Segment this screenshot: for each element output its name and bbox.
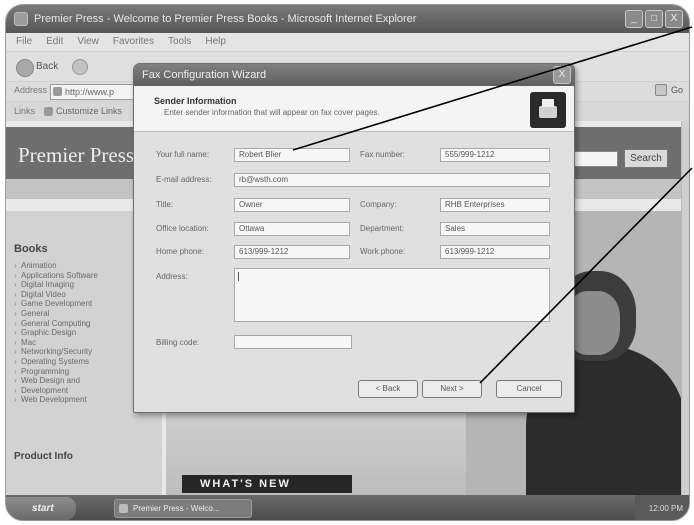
home-phone-label: Home phone:	[156, 247, 205, 256]
office-location-field[interactable]: Ottawa	[234, 222, 350, 236]
back-button[interactable]: < Back	[358, 380, 418, 398]
sidebar-item[interactable]: General	[14, 309, 124, 319]
page-scrollbar[interactable]	[681, 121, 689, 495]
internet-explorer-icon	[14, 12, 28, 26]
full-name-label: Your full name:	[156, 150, 210, 159]
fax-number-field[interactable]: 555/999-1212	[440, 148, 550, 162]
next-button[interactable]: Next >	[422, 380, 482, 398]
sidebar-item[interactable]: Digital Video	[14, 290, 124, 300]
fax-number-label: Fax number:	[360, 150, 405, 159]
back-nav-button[interactable]: Back	[16, 58, 58, 77]
sidebar-item[interactable]: Web Design and	[14, 376, 124, 386]
go-label: Go	[670, 85, 683, 95]
sidebar-product-info[interactable]: Product Info	[14, 451, 73, 462]
work-phone-label: Work phone:	[360, 247, 406, 256]
home-phone-field[interactable]: 613/999-1212	[234, 245, 350, 259]
close-window-button[interactable]: X	[665, 10, 683, 28]
menu-favorites[interactable]: Favorites	[113, 33, 154, 51]
sidebar-item[interactable]: Operating Systems	[14, 357, 124, 367]
address-field-label: Address:	[156, 272, 188, 281]
billing-code-field[interactable]	[234, 335, 352, 349]
screenshot: Premier Press - Welcome to Premier Press…	[0, 0, 694, 525]
sender-information-subheading: Enter sender information that will appea…	[164, 108, 380, 117]
menu-file[interactable]: File	[16, 33, 32, 51]
dialog-title-bar: Fax Configuration Wizard	[134, 64, 574, 86]
menu-view[interactable]: View	[77, 33, 99, 51]
sidebar-item[interactable]: Networking/Security	[14, 347, 124, 357]
go-control[interactable]: Go	[654, 84, 683, 96]
window-controls: _ □ X	[625, 10, 683, 28]
sidebar-category-list: Animation Applications Software Digital …	[14, 261, 124, 405]
full-name-field[interactable]: Robert Blier	[234, 148, 350, 162]
billing-code-label: Billing code:	[156, 338, 200, 347]
menu-edit[interactable]: Edit	[46, 33, 63, 51]
office-location-label: Office location:	[156, 224, 209, 233]
site-title: Premier Press	[18, 143, 135, 167]
go-arrow-icon	[654, 84, 667, 96]
sidebar-item[interactable]: Graphic Design	[14, 328, 124, 338]
sidebar-item[interactable]: Web Development	[14, 395, 124, 405]
start-button[interactable]: start	[6, 497, 76, 520]
company-label: Company:	[360, 200, 397, 209]
menu-tools[interactable]: Tools	[168, 33, 191, 51]
minimize-button[interactable]: _	[625, 10, 643, 28]
maximize-button[interactable]: □	[645, 10, 663, 28]
browser-title-bar: Premier Press - Welcome to Premier Press…	[6, 5, 689, 33]
work-phone-field[interactable]: 613/999-1212	[440, 245, 550, 259]
sidebar-item[interactable]: Programming	[14, 367, 124, 377]
links-label: Links	[14, 106, 36, 116]
sidebar-item[interactable]: Animation	[14, 261, 124, 271]
sidebar-item[interactable]: Game Development	[14, 299, 124, 309]
system-tray-clock: 12:00 PM	[635, 495, 689, 520]
site-search-button[interactable]: Search	[624, 149, 668, 168]
customize-links-link[interactable]: Customize Links	[44, 106, 122, 116]
dialog-header: Sender Information Enter sender informat…	[134, 86, 574, 132]
sidebar-item[interactable]: General Computing	[14, 319, 124, 329]
monitor-frame: Premier Press - Welcome to Premier Press…	[5, 4, 690, 521]
company-field[interactable]: RHB Enterprises	[440, 198, 550, 212]
taskbar-item-premier-press[interactable]: Premier Press - Welco...	[114, 499, 252, 518]
text-cursor	[238, 272, 239, 281]
fax-configuration-wizard: Fax Configuration Wizard X Sender Inform…	[133, 63, 575, 413]
browser-title: Premier Press - Welcome to Premier Press…	[34, 13, 417, 25]
sidebar-item[interactable]: Mac	[14, 338, 124, 348]
taskbar: start Premier Press - Welco... 12:00 PM	[6, 495, 689, 520]
department-field[interactable]: Sales	[440, 222, 550, 236]
dialog-close-button[interactable]: X	[553, 66, 571, 84]
title-label: Title:	[156, 200, 174, 209]
title-field[interactable]: Owner	[234, 198, 350, 212]
forward-nav-button[interactable]	[72, 59, 88, 75]
whats-new-banner[interactable]: WHAT'S NEW	[182, 475, 352, 493]
dialog-title: Fax Configuration Wizard	[142, 69, 267, 81]
menu-help[interactable]: Help	[205, 33, 226, 51]
email-label: E-mail address:	[156, 175, 212, 184]
cancel-button[interactable]: Cancel	[496, 380, 562, 398]
email-field[interactable]: rb@wsth.com	[234, 173, 550, 187]
sidebar-heading-books: Books	[14, 243, 48, 255]
menu-bar: File Edit View Favorites Tools Help	[6, 33, 689, 51]
address-input[interactable]: http://www.p	[50, 84, 138, 100]
sender-information-heading: Sender Information	[154, 96, 237, 106]
sidebar-item[interactable]: Applications Software	[14, 271, 124, 281]
sidebar-item[interactable]: Development	[14, 386, 124, 396]
address-textarea[interactable]	[234, 268, 550, 322]
address-label: Address	[14, 85, 48, 95]
fax-machine-icon	[530, 92, 566, 128]
sidebar-item[interactable]: Digital Imaging	[14, 280, 124, 290]
department-label: Department:	[360, 224, 405, 233]
